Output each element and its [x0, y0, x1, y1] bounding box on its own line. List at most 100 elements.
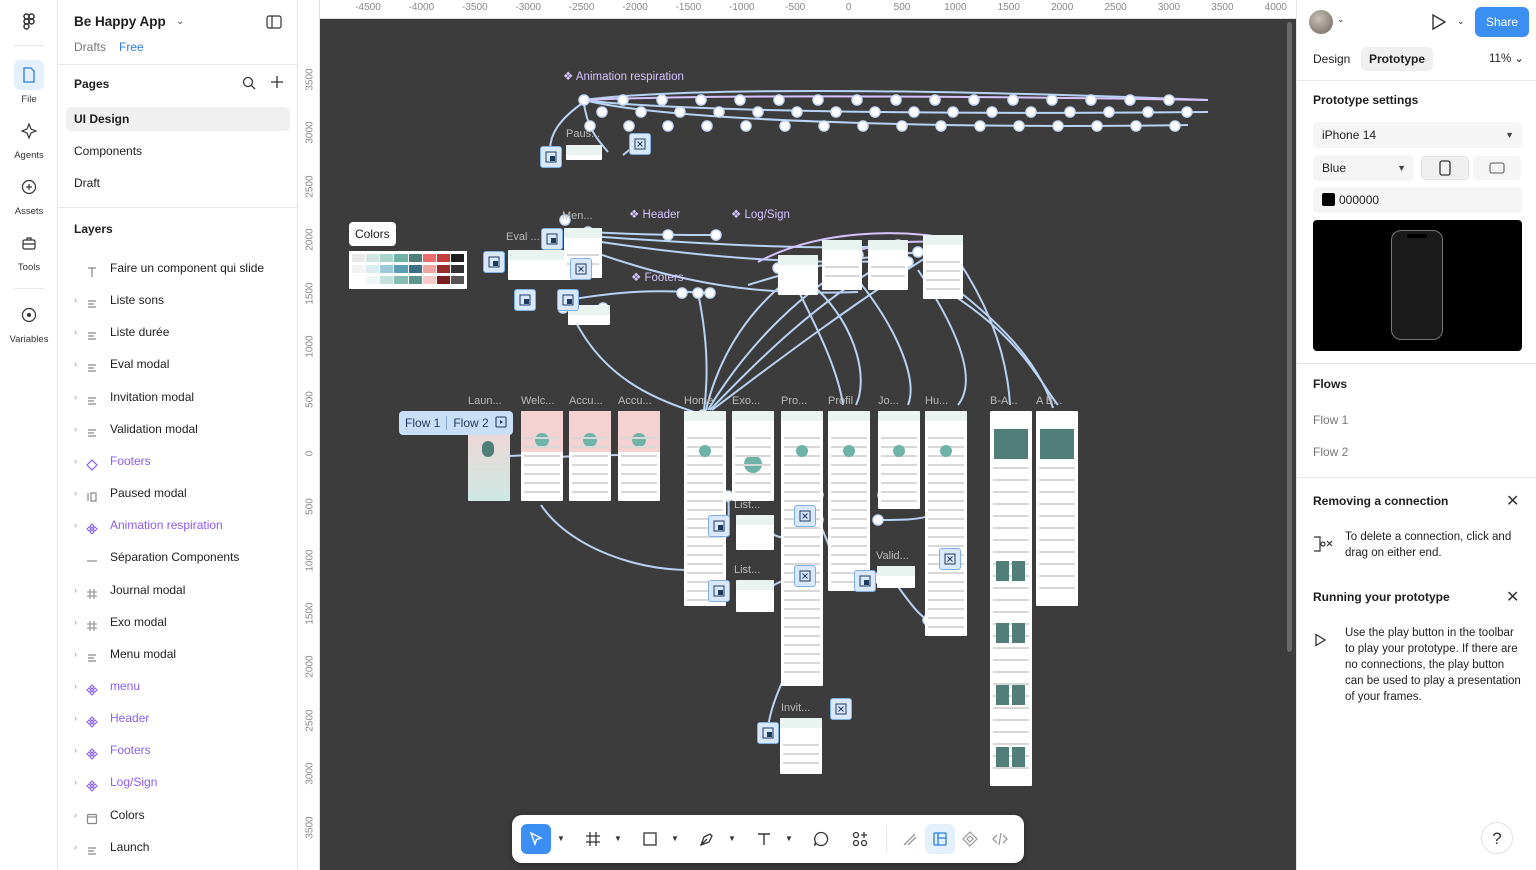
color-swatch[interactable] [380, 254, 394, 262]
avatar[interactable] [1309, 10, 1333, 34]
chevron-right-icon[interactable]: › [74, 674, 77, 698]
canvas[interactable]: -4500 -4000 -3500 -3000 -2500 -2000 -1500 -1000… [298, 0, 1296, 870]
frame-pro[interactable] [781, 411, 823, 686]
connection-node[interactable] [896, 120, 908, 132]
frame-label-welcome[interactable]: Welc... [521, 395, 554, 407]
add-page-icon[interactable] [270, 75, 284, 92]
layer-row[interactable]: › Colors [58, 803, 298, 827]
chevron-down-icon[interactable]: ▼ [728, 834, 736, 843]
color-swatch[interactable] [408, 254, 422, 262]
plan-badge[interactable]: Free [119, 40, 144, 54]
portrait-toggle[interactable] [1421, 156, 1469, 180]
color-swatches[interactable] [349, 251, 467, 289]
color-swatch[interactable] [366, 276, 380, 284]
connection-node[interactable] [1007, 94, 1019, 106]
agents-button[interactable]: Agents [0, 116, 58, 161]
chevron-right-icon[interactable]: › [74, 642, 77, 666]
frame-label-ba[interactable]: B-A... [990, 395, 1018, 407]
connection-node[interactable] [701, 120, 713, 132]
frame-humeur[interactable] [925, 411, 967, 636]
comment-tool-button[interactable] [806, 824, 836, 854]
color-swatch[interactable] [422, 276, 436, 284]
color-swatch[interactable] [366, 254, 380, 262]
connection-node[interactable] [734, 94, 746, 106]
chevron-right-icon[interactable]: › [74, 578, 77, 602]
connection-node[interactable] [692, 287, 704, 299]
connection-node[interactable] [1052, 120, 1064, 132]
layer-row[interactable]: › Launch [58, 835, 298, 859]
color-swatch[interactable] [436, 254, 450, 262]
chevron-right-icon[interactable]: › [74, 610, 77, 634]
color-swatch[interactable] [380, 276, 394, 284]
frame-welcome[interactable] [521, 411, 563, 501]
frame-label-pro2[interactable]: Profil [828, 395, 853, 407]
frame-label-accueil1[interactable]: Accu... [569, 395, 603, 407]
layer-row[interactable]: Séparation Components [58, 545, 298, 569]
connection-node[interactable] [1025, 106, 1037, 118]
frame-modal[interactable] [877, 566, 915, 588]
chevron-down-icon[interactable]: ▼ [614, 834, 622, 843]
chevron-right-icon[interactable]: › [74, 288, 77, 312]
color-swatch[interactable] [450, 254, 464, 262]
frame-accueil[interactable] [569, 411, 611, 501]
frame-modal[interactable] [736, 580, 774, 612]
connection-node[interactable] [986, 106, 998, 118]
color-swatch[interactable] [394, 254, 408, 262]
layer-row[interactable]: › Validation modal [58, 417, 298, 441]
chevron-down-icon[interactable]: ▼ [671, 834, 679, 843]
search-icon[interactable] [242, 76, 256, 93]
layer-row[interactable]: › Animation respiration [58, 513, 298, 537]
color-swatch[interactable] [436, 276, 450, 284]
connection-node[interactable] [1130, 120, 1142, 132]
connection-node[interactable] [773, 94, 785, 106]
frame-label-exo[interactable]: Exo... [732, 395, 760, 407]
color-swatch[interactable] [394, 276, 408, 284]
color-swatch[interactable] [422, 265, 436, 273]
open-overlay-button[interactable] [757, 722, 779, 744]
chevron-right-icon[interactable]: › [74, 449, 77, 473]
connection-node[interactable] [704, 287, 716, 299]
layer-row[interactable]: › Liste durée [58, 320, 298, 344]
connection-node[interactable] [779, 120, 791, 132]
connection-node[interactable] [818, 120, 830, 132]
frame-accueil[interactable] [618, 411, 660, 501]
close-icon[interactable]: ✕ [1506, 587, 1519, 607]
page-components[interactable]: Components [66, 139, 290, 163]
layer-row[interactable]: › Paused modal [58, 481, 298, 505]
variables-button[interactable]: Variables [0, 300, 58, 345]
connection-node[interactable] [752, 106, 764, 118]
connection-node[interactable] [1091, 120, 1103, 132]
connection-node[interactable] [656, 94, 668, 106]
connection-node[interactable] [1181, 106, 1193, 118]
project-location[interactable]: Drafts [74, 40, 106, 54]
connection-node[interactable] [713, 106, 725, 118]
connection-node[interactable] [674, 106, 686, 118]
frame-label-list2[interactable]: List... [734, 564, 760, 576]
connection-node[interactable] [830, 106, 842, 118]
draw-mode-button[interactable] [895, 824, 925, 854]
color-swatch[interactable] [352, 276, 366, 284]
landscape-toggle[interactable] [1473, 156, 1521, 180]
frame-label-menu[interactable]: Men... [562, 210, 593, 222]
color-swatch[interactable] [380, 265, 394, 273]
close-overlay-button[interactable] [794, 505, 816, 527]
frame-ab[interactable] [1036, 411, 1078, 606]
frame-modal[interactable] [736, 515, 774, 550]
flow-starting-points[interactable]: Flow 1 Flow 2 [399, 411, 513, 435]
connection-node[interactable] [908, 106, 920, 118]
connection-node[interactable] [912, 246, 924, 258]
connection-node[interactable] [623, 120, 635, 132]
connection-node[interactable] [578, 94, 590, 106]
connection-node[interactable] [869, 106, 881, 118]
layer-row[interactable]: Faire un component qui slide [58, 256, 298, 280]
figma-logo-icon[interactable] [19, 12, 39, 32]
color-swatch[interactable] [394, 265, 408, 273]
component-label-animation[interactable]: ❖ Animation respiration [563, 69, 684, 83]
chevron-right-icon[interactable]: › [74, 513, 77, 537]
connection-node[interactable] [812, 94, 824, 106]
connection-node[interactable] [676, 287, 688, 299]
connection-node[interactable] [695, 94, 707, 106]
connection-node[interactable] [1124, 94, 1136, 106]
color-swatch[interactable] [422, 254, 436, 262]
flow-item-1[interactable]: Flow 1 [1313, 413, 1348, 427]
